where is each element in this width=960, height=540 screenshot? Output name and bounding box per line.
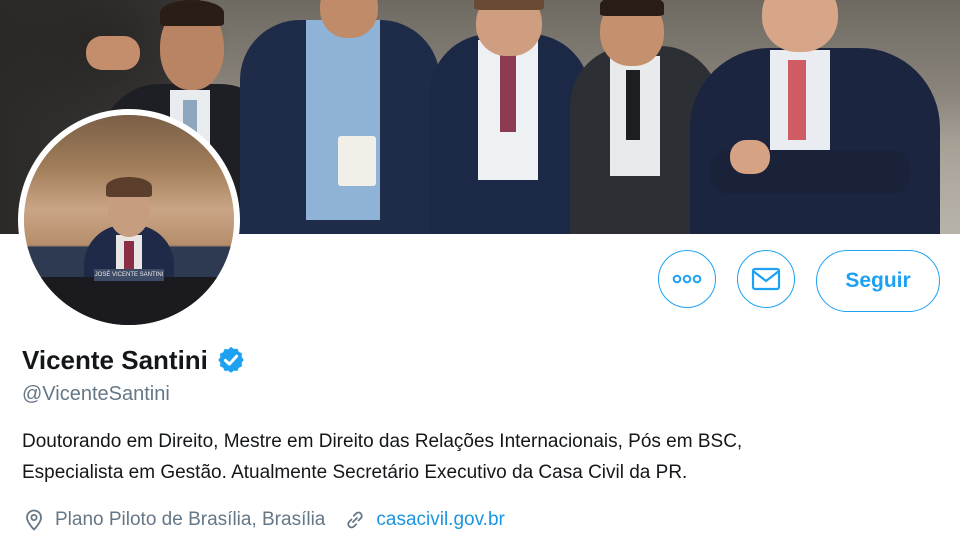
profile-name-row: Vicente Santini <box>22 342 246 378</box>
profile-name: Vicente Santini <box>22 344 208 375</box>
banner-person <box>430 0 590 234</box>
avatar-photo: JOSÉ VICENTE SANTINI <box>24 115 234 325</box>
more-options-button[interactable] <box>658 250 716 308</box>
link-icon <box>347 511 364 529</box>
profile-meta: Plano Piloto de Brasília, Brasília casac… <box>22 508 505 532</box>
profile-handle: @VicenteSantini <box>22 383 170 405</box>
profile-bio: Doutorando em Direito, Mestre em Direito… <box>22 426 942 488</box>
banner-person <box>690 0 940 234</box>
banner-person <box>240 0 440 234</box>
profile-location: Plano Piloto de Brasília, Brasília <box>55 509 326 530</box>
message-button[interactable] <box>737 250 795 308</box>
bio-line: Especialista em Gestão. Atualmente Secre… <box>22 462 688 483</box>
follow-button[interactable]: Seguir <box>816 250 940 312</box>
more-dots-icon <box>672 274 702 284</box>
location-pin-icon <box>26 509 42 531</box>
avatar-nameplate: JOSÉ VICENTE SANTINI <box>94 269 164 281</box>
profile-website-link[interactable]: casacivil.gov.br <box>376 509 504 531</box>
profile-avatar[interactable]: JOSÉ VICENTE SANTINI <box>18 109 240 331</box>
bio-line: Doutorando em Direito, Mestre em Direito… <box>22 431 743 452</box>
envelope-icon <box>751 267 781 291</box>
verified-badge-icon <box>218 346 244 373</box>
